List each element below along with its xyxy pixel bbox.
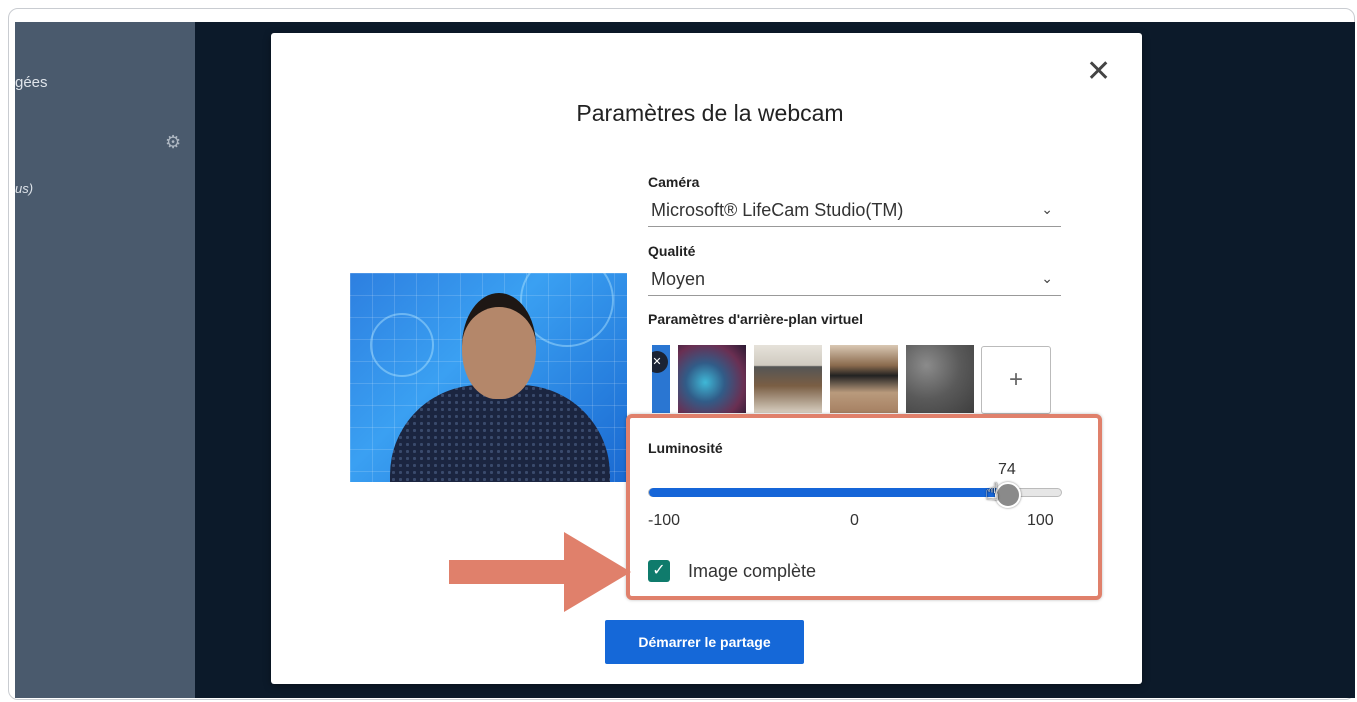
sidebar-label-italic: us)	[15, 181, 34, 196]
brightness-max-label: 100	[1027, 512, 1054, 529]
bg-thumb-lounge[interactable]	[830, 345, 898, 413]
preview-ring-decoration	[370, 313, 434, 377]
quality-select[interactable]: Moyen ⌄	[648, 267, 1061, 296]
app-sidebar: gées us)	[15, 22, 195, 698]
bg-thumb-blur[interactable]	[678, 345, 746, 413]
close-icon[interactable]: ✕	[1086, 57, 1111, 87]
gear-icon[interactable]: ⚙	[165, 132, 181, 153]
camera-select[interactable]: Microsoft® LifeCam Studio(TM) ⌄	[648, 198, 1061, 227]
virtual-bg-label: Paramètres d'arrière-plan virtuel	[648, 311, 863, 327]
hand-cursor-icon: ☝	[985, 479, 1000, 506]
quality-value: Moyen	[651, 269, 706, 289]
camera-label: Caméra	[648, 174, 700, 190]
bg-thumb-none[interactable]: ✕	[652, 345, 670, 413]
dialog-title: Paramètres de la webcam	[576, 100, 844, 126]
chevron-down-icon: ⌄	[1041, 201, 1053, 217]
brightness-label: Luminosité	[648, 440, 723, 456]
full-image-label: Image complète	[688, 561, 817, 581]
webcam-preview	[350, 273, 627, 482]
start-sharing-button[interactable]: Démarrer le partage	[605, 620, 804, 664]
pointer-arrow-icon	[449, 532, 631, 612]
add-background-button[interactable]: +	[981, 346, 1051, 414]
bg-thumb-stone[interactable]	[906, 345, 974, 413]
full-image-checkbox[interactable]: ✓	[648, 560, 670, 582]
chevron-down-icon: ⌄	[1041, 270, 1053, 286]
camera-value: Microsoft® LifeCam Studio(TM)	[651, 200, 904, 220]
person-head	[462, 293, 536, 399]
sidebar-label-top: gées	[15, 74, 48, 91]
remove-bg-icon[interactable]: ✕	[652, 351, 668, 373]
bg-thumb-office[interactable]	[754, 345, 822, 413]
brightness-slider-fill	[649, 488, 1008, 497]
brightness-mid-label: 0	[850, 512, 859, 529]
brightness-min-label: -100	[648, 512, 681, 529]
quality-label: Qualité	[648, 243, 696, 259]
brightness-value: 74	[998, 461, 1016, 478]
